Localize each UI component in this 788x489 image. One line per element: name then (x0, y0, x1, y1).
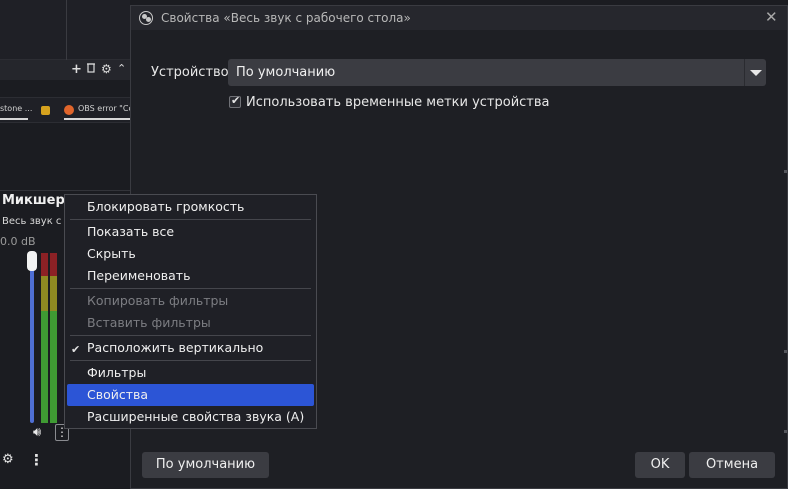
tab-underline (0, 118, 28, 120)
menu-separator (70, 288, 311, 289)
mixer-title: Микшер (2, 193, 65, 208)
dialog-titlebar[interactable]: Свойства «Весь звук с рабочего стола» ✕ (131, 6, 787, 30)
mixer-context-menu: Блокировать громкость Показать все Скрыт… (64, 194, 317, 429)
menu-item-lock-volume[interactable]: Блокировать громкость (65, 196, 316, 218)
close-icon[interactable]: ✕ (765, 8, 778, 26)
plus-icon[interactable]: + (71, 62, 82, 77)
panel-divider (66, 0, 67, 60)
menu-separator (70, 335, 311, 336)
menu-separator (70, 219, 311, 220)
checkmark-icon: ✔ (231, 94, 241, 107)
dialog-title: Свойства «Весь звук с рабочего стола» (161, 11, 411, 25)
chevron-up-icon[interactable]: ⌃ (117, 62, 126, 75)
menu-item-filters[interactable]: Фильтры (65, 362, 316, 384)
audio-meter-right (50, 253, 57, 423)
mixer-vertical-menu-icon[interactable]: ⋮ (29, 451, 44, 469)
device-label: Устройство (151, 65, 229, 80)
mixer-db-readout: 0.0 dB (0, 235, 36, 248)
tab-stone[interactable]: stone ... (0, 104, 32, 113)
tab-obs-error[interactable]: OBS error "Co (78, 104, 133, 113)
menu-item-properties[interactable]: Свойства (67, 384, 314, 406)
menu-item-rename[interactable]: Переименовать (65, 265, 316, 287)
gear-icon[interactable]: ⚙ (2, 452, 14, 467)
defaults-button[interactable]: По умолчанию (142, 452, 269, 478)
menu-separator (70, 360, 311, 361)
volume-slider-track[interactable] (30, 253, 34, 423)
sources-toolbar: + ⚙ ⌃ (0, 60, 130, 80)
menu-item-show-all[interactable]: Показать все (65, 221, 316, 243)
menu-item-copy-filters: Копировать фильтры (87, 293, 229, 308)
audio-meter-left (41, 253, 48, 423)
dock-area (0, 123, 130, 193)
chevron-down-icon (750, 70, 762, 76)
background-edge (780, 150, 788, 450)
device-select[interactable]: По умолчанию (228, 59, 766, 86)
dropdown-button[interactable] (744, 59, 766, 86)
device-select-value: По умолчанию (236, 65, 336, 80)
tab-underline (64, 118, 130, 120)
firefox-icon (64, 105, 74, 115)
menu-item-paste-filters: Вставить фильтры (87, 315, 211, 330)
menu-item-hide[interactable]: Скрыть (65, 243, 316, 265)
timestamps-label[interactable]: Использовать временные метки устройства (246, 95, 550, 110)
browser-tab-strip: stone ... OBS error "Co (0, 97, 133, 123)
mixer-source-label: Весь звук с (2, 216, 62, 227)
speaker-icon[interactable]: 🔊︎ (33, 425, 41, 440)
menu-item-advanced-audio-properties[interactable]: Расширенные свойства звука (A) (65, 406, 316, 428)
scene-list-panel (0, 0, 130, 60)
trash-icon[interactable] (86, 62, 96, 76)
cancel-button[interactable]: Отмена (689, 452, 775, 478)
warning-icon (41, 106, 50, 115)
menu-item-vertical-layout[interactable]: Расположить вертикально (65, 337, 316, 359)
gear-icon[interactable]: ⚙ (101, 62, 112, 76)
ok-button[interactable]: OK (635, 452, 685, 478)
volume-slider-handle[interactable] (27, 251, 37, 271)
obs-logo-icon (139, 11, 153, 25)
timestamps-checkbox[interactable]: ✔ (229, 94, 241, 108)
